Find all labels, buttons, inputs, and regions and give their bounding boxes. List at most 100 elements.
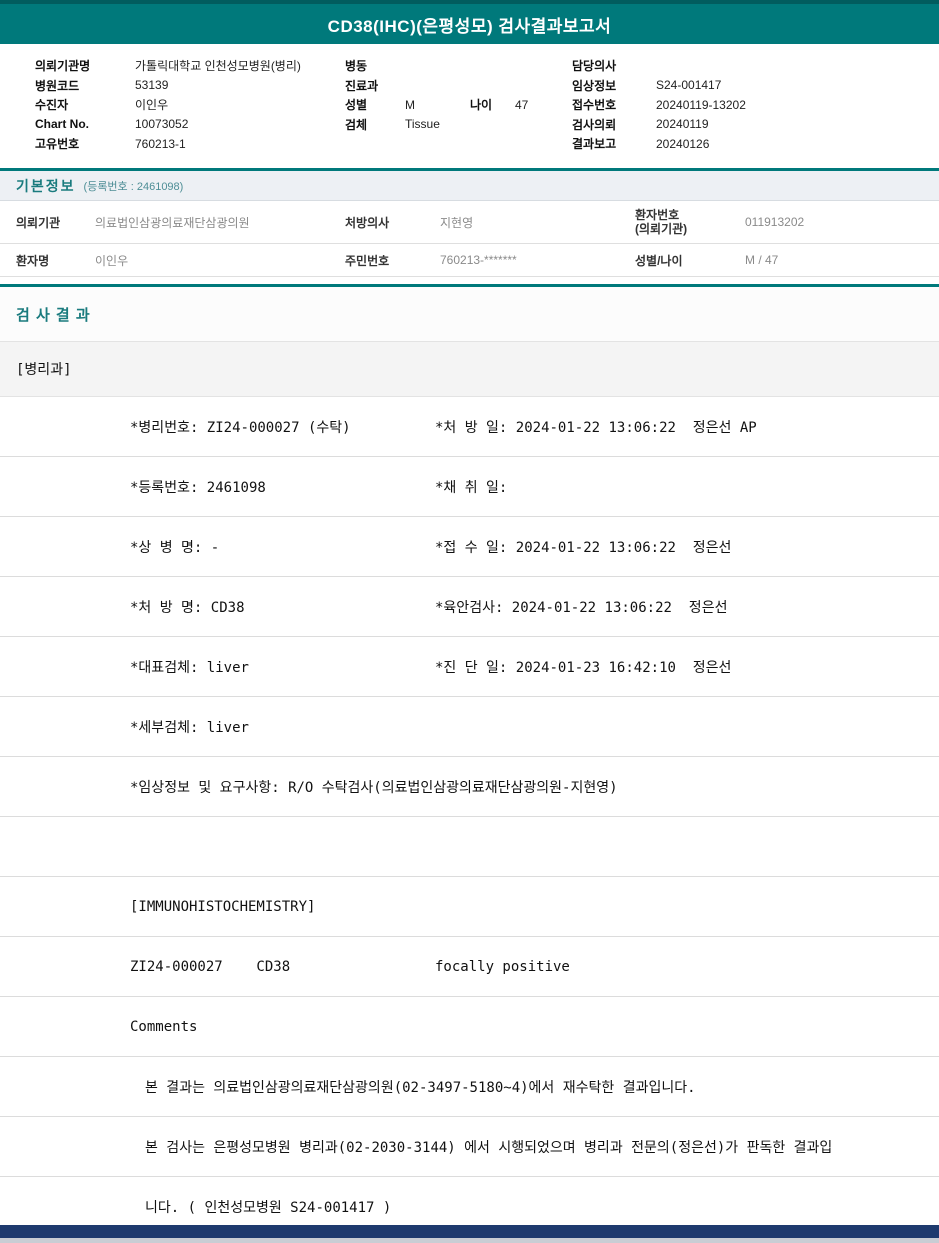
- result-left: *등록번호: 2461098: [130, 479, 266, 496]
- field-unique-no: 고유번호 760213-1: [35, 134, 301, 154]
- field-hospital-code: 병원코드 53139: [35, 76, 301, 96]
- field-clinical-info: 임상정보 S24-001417: [572, 76, 746, 96]
- result-right: *채 취 일:: [435, 479, 508, 496]
- result-right: *접 수 일: 2024-01-22 13:06:22 정은선: [435, 539, 732, 556]
- field-examinee: 수진자 이인우: [35, 95, 301, 115]
- basic-info-row: 환자명 이인우 주민번호 760213-******* 성별/나이 M / 47: [0, 244, 939, 277]
- result-row: *등록번호: 2461098 *채 취 일:: [0, 457, 939, 517]
- result-left: 본 검사는 은평성모병원 병리과(02-2030-3144) 에서 시행되었으며…: [145, 1139, 833, 1156]
- report-title-bar: CD38(IHC)(은평성모) 검사결과보고서: [0, 4, 939, 44]
- field-value: 20240119: [656, 117, 709, 132]
- result-row-comment: 본 검사는 은평성모병원 병리과(02-2030-3144) 에서 시행되었으며…: [0, 1117, 939, 1177]
- basic-label-patient-name: 환자명: [16, 253, 50, 268]
- result-left: *병리번호: ZI24-000027 (수탁): [130, 419, 351, 436]
- department-row: [병리과]: [0, 342, 939, 397]
- field-label: 담당의사: [572, 59, 617, 74]
- basic-value-sex-age: M / 47: [745, 253, 779, 267]
- field-label: 수진자: [35, 98, 69, 113]
- field-value: 10073052: [135, 117, 189, 132]
- result-right: focally positive: [435, 958, 570, 975]
- result-row: *처 방 명: CD38 *육안검사: 2024-01-22 13:06:22 …: [0, 577, 939, 637]
- basic-label-patient-no-line2: (의뢰기관): [635, 222, 688, 236]
- field-ward: 병동: [345, 56, 528, 76]
- basic-info-title: 기본정보: [16, 177, 76, 194]
- footer-strip: [0, 1238, 939, 1243]
- field-test-request-date: 검사의뢰 20240119: [572, 115, 746, 135]
- field-label-age: 나이: [470, 98, 493, 113]
- basic-label-sex-age: 성별/나이: [635, 253, 683, 268]
- basic-info-section-header: 기본정보 (등록번호 : 2461098): [0, 171, 939, 201]
- field-label: 임상정보: [572, 78, 617, 93]
- result-left: *상 병 명: -: [130, 539, 220, 556]
- result-row-comment: 본 결과는 의료법인삼광의료재단삼광의원(02-3497-5180~4)에서 재…: [0, 1057, 939, 1117]
- field-value-age: 47: [515, 97, 529, 112]
- field-specimen: 검체 Tissue: [345, 115, 528, 135]
- result-row-test-result: ZI24-000027 CD38 focally positive: [0, 937, 939, 997]
- patient-header-col-middle: 병동 진료과 성별 M 나이 47 검체 Tissue: [345, 56, 528, 134]
- patient-header-col-right: 담당의사 임상정보 S24-001417 접수번호 20240119-13202…: [572, 56, 746, 154]
- field-value: S24-001417: [656, 78, 722, 93]
- field-value: 760213-1: [135, 136, 186, 151]
- result-left: *임상정보 및 요구사항: R/O 수탁검사(의료법인삼광의료재단삼광의원-지현…: [130, 779, 618, 796]
- basic-value-requesting-org: 의료법인삼광의료재단삼광의원: [95, 215, 250, 230]
- footer-bar: [0, 1225, 939, 1238]
- result-right: *진 단 일: 2024-01-23 16:42:10 정은선: [435, 659, 732, 676]
- field-label: 고유번호: [35, 137, 80, 152]
- field-label: 병동: [345, 59, 368, 74]
- basic-value-patient-name: 이인우: [95, 253, 129, 268]
- result-row-comments-header: Comments: [0, 997, 939, 1057]
- results-section-title: 검 사 결 과: [16, 306, 91, 324]
- field-value: 20240126: [656, 136, 710, 151]
- field-label: 의뢰기관명: [35, 59, 91, 74]
- result-row: *병리번호: ZI24-000027 (수탁) *처 방 일: 2024-01-…: [0, 397, 939, 457]
- field-value: 20240119-13202: [656, 97, 746, 112]
- basic-info-row: 의뢰기관 의료법인삼광의료재단삼광의원 처방의사 지현영 환자번호 (의뢰기관)…: [0, 201, 939, 244]
- patient-header: 의뢰기관명 가톨릭대학교 인천성모병원(병리) 병원코드 53139 수진자 이…: [0, 44, 939, 168]
- field-label: 병원코드: [35, 78, 80, 93]
- result-right: *육안검사: 2024-01-22 13:06:22 정은선: [435, 599, 728, 616]
- result-row-empty: [0, 817, 939, 877]
- result-left: *대표검체: liver: [130, 659, 249, 676]
- basic-value-patient-no: 011913202: [745, 215, 805, 229]
- field-requesting-org: 의뢰기관명 가톨릭대학교 인천성모병원(병리): [35, 56, 301, 76]
- field-label: 성별: [345, 98, 368, 113]
- field-label: 검체: [345, 117, 368, 132]
- patient-header-col-left: 의뢰기관명 가톨릭대학교 인천성모병원(병리) 병원코드 53139 수진자 이…: [35, 56, 301, 154]
- field-label: 진료과: [345, 78, 379, 93]
- field-chart-no: Chart No. 10073052: [35, 115, 301, 135]
- result-right: *처 방 일: 2024-01-22 13:06:22 정은선 AP: [435, 419, 757, 436]
- basic-info-registration-no: (등록번호 : 2461098): [83, 180, 184, 193]
- field-result-report-date: 결과보고 20240126: [572, 134, 746, 154]
- department-label: [병리과]: [16, 362, 72, 378]
- field-label: 결과보고: [572, 137, 617, 152]
- basic-label-resident-no: 주민번호: [345, 253, 390, 268]
- basic-value-prescribing-doctor: 지현영: [440, 215, 474, 230]
- result-row: *세부검체: liver: [0, 697, 939, 757]
- result-left: Comments: [130, 1018, 198, 1035]
- result-left: *처 방 명: CD38: [130, 599, 245, 616]
- result-left: *세부검체: liver: [130, 719, 249, 736]
- result-left: 본 결과는 의료법인삼광의료재단삼광의원(02-3497-5180~4)에서 재…: [145, 1079, 696, 1096]
- basic-label-patient-no: 환자번호 (의뢰기관): [635, 201, 745, 243]
- field-value: 53139: [135, 78, 169, 93]
- field-label: Chart No.: [35, 117, 89, 132]
- basic-label-requesting-org: 의뢰기관: [16, 215, 61, 230]
- result-row: *대표검체: liver *진 단 일: 2024-01-23 16:42:10…: [0, 637, 939, 697]
- field-label: 검사의뢰: [572, 117, 617, 132]
- result-row: *상 병 명: - *접 수 일: 2024-01-22 13:06:22 정은…: [0, 517, 939, 577]
- report-title: CD38(IHC)(은평성모) 검사결과보고서: [327, 16, 612, 36]
- field-value-sex: M: [405, 97, 415, 112]
- field-value: 가톨릭대학교 인천성모병원(병리): [135, 59, 301, 74]
- field-value: Tissue: [405, 117, 440, 132]
- result-left: [IMMUNOHISTOCHEMISTRY]: [130, 898, 316, 915]
- report-page: { "colors": { "teal_accent": "#00797B", …: [0, 0, 939, 1243]
- basic-label-patient-no-line1: 환자번호: [635, 208, 680, 222]
- result-row-immunohistochemistry: [IMMUNOHISTOCHEMISTRY]: [0, 877, 939, 937]
- field-receipt-no: 접수번호 20240119-13202: [572, 95, 746, 115]
- field-department: 진료과: [345, 76, 528, 96]
- field-value: 이인우: [135, 98, 169, 113]
- field-label: 접수번호: [572, 98, 617, 113]
- result-left: 니다. ( 인천성모병원 S24-001417 ): [145, 1199, 392, 1216]
- result-left: ZI24-000027 CD38: [130, 958, 291, 975]
